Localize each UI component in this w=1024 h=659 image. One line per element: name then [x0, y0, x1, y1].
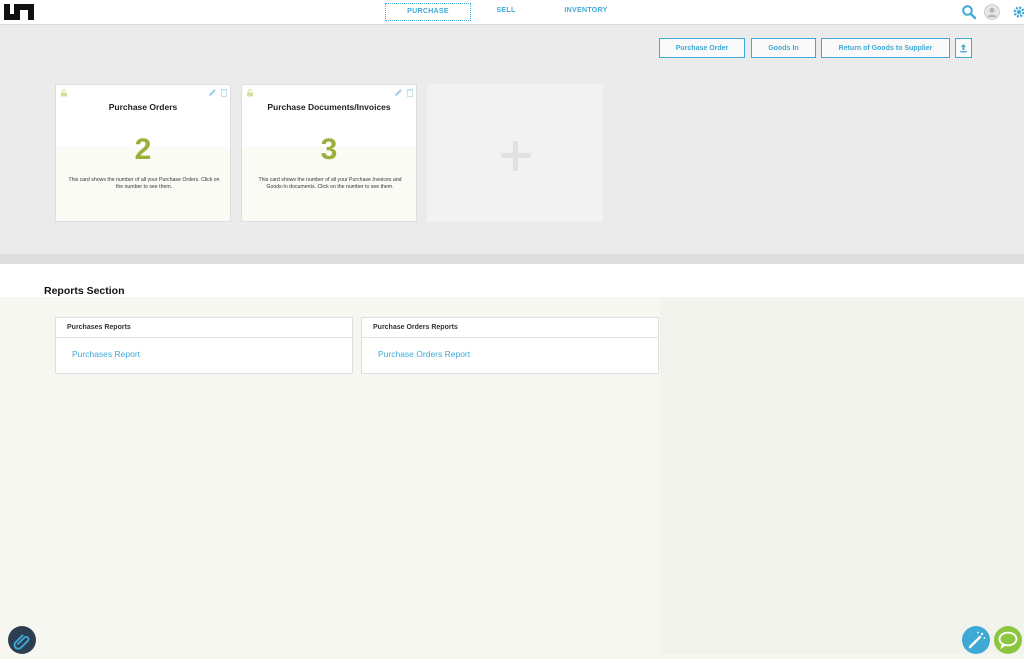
delete-icon[interactable]	[406, 88, 414, 97]
chat-bubble-icon	[998, 631, 1018, 650]
panel-header: Purchases Reports	[56, 318, 352, 338]
purchases-reports-panel: Purchases Reports Purchases Report	[55, 317, 353, 374]
purchase-documents-count[interactable]: 3	[242, 133, 416, 167]
card-title: Purchase Documents/Invoices	[267, 102, 391, 112]
card-description: This card shows the number of all your P…	[258, 177, 402, 190]
add-card-button[interactable]	[427, 84, 603, 222]
export-button[interactable]	[955, 38, 972, 58]
search-icon[interactable]	[961, 4, 977, 20]
edit-icon[interactable]	[208, 88, 217, 97]
purchase-documents-card: Purchase Documents/Invoices 3 This card …	[241, 84, 417, 222]
gear-icon[interactable]	[1008, 4, 1024, 20]
purchase-orders-report-link[interactable]: Purchase Orders Report	[378, 349, 470, 359]
tab-purchase[interactable]: PURCHASE	[385, 3, 471, 21]
section-divider	[0, 254, 1024, 264]
purchase-orders-reports-panel: Purchase Orders Reports Purchase Orders …	[361, 317, 659, 374]
edit-icon[interactable]	[394, 88, 403, 97]
panel-header: Purchase Orders Reports	[362, 318, 658, 338]
purchase-order-button[interactable]: Purchase Order	[659, 38, 745, 58]
magic-wand-button[interactable]	[962, 626, 990, 654]
card-title: Purchase Orders	[108, 102, 178, 112]
paperclip-icon	[13, 634, 30, 650]
user-avatar-icon[interactable]	[984, 4, 1000, 20]
attachment-button[interactable]	[8, 626, 36, 654]
upload-icon	[960, 44, 967, 53]
tab-sell[interactable]: SELL	[488, 3, 524, 19]
main-nav: PURCHASE SELL INVENTORY	[0, 0, 1024, 24]
delete-icon[interactable]	[220, 88, 228, 97]
purchase-orders-count[interactable]: 2	[56, 133, 230, 167]
top-navbar: PURCHASE SELL INVENTORY	[0, 0, 1024, 25]
goods-in-button[interactable]: Goods In	[751, 38, 816, 58]
reports-section-title: Reports Section	[44, 285, 125, 297]
return-goods-button[interactable]: Return of Goods to Supplier	[821, 38, 950, 58]
magic-wand-icon	[968, 631, 986, 649]
tab-inventory[interactable]: INVENTORY	[560, 3, 612, 19]
lock-icon[interactable]	[60, 89, 68, 97]
purchase-orders-card: Purchase Orders 2 This card shows the nu…	[55, 84, 231, 222]
card-description: This card shows the number of all your P…	[68, 177, 220, 190]
lock-icon[interactable]	[246, 89, 254, 97]
chat-button[interactable]	[994, 626, 1022, 654]
purchases-report-link[interactable]: Purchases Report	[72, 349, 140, 359]
